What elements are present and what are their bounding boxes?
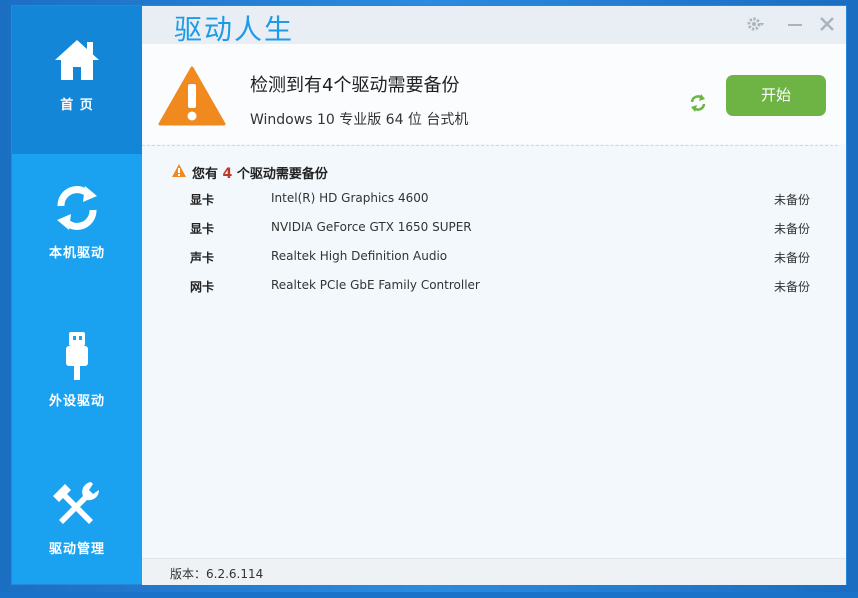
driver-name: Realtek High Definition Audio [271, 249, 448, 263]
list-item: 显卡 Intel(R) HD Graphics 4600 未备份 [142, 185, 846, 214]
list-title-prefix: 您有 [192, 167, 219, 182]
brand-logo: 驱动人生 [174, 13, 295, 46]
list-item: 显卡 NVIDIA GeForce GTX 1650 SUPER 未备份 [142, 214, 846, 243]
backup-status: 未备份 [773, 193, 810, 207]
sidebar-item-label: 本机驱动 [48, 246, 105, 261]
sidebar-item-label: 首 页 [60, 98, 94, 113]
settings-gear-icon[interactable] [746, 15, 764, 33]
version-label: 版本：6.2.6.114 [170, 567, 264, 581]
sidebar-item-home[interactable]: 首 页 [12, 6, 142, 154]
backup-status: 未备份 [773, 222, 810, 236]
list-item: 网卡 Realtek PCIe GbE Family Controller 未备… [142, 272, 846, 301]
status-bar: 版本：6.2.6.114 [142, 558, 846, 585]
driver-count: 4 [222, 166, 233, 182]
system-info: Windows 10 专业版 64 位 台式机 [250, 112, 469, 128]
list-title: 您有 4 个驱动需要备份 [172, 163, 328, 182]
driver-name: Realtek PCIe GbE Family Controller [271, 278, 480, 292]
backup-status: 未备份 [773, 280, 810, 294]
driver-type: 显卡 [190, 193, 215, 207]
usb-icon [66, 332, 88, 380]
divider [142, 145, 838, 146]
list-title-suffix: 个驱动需要备份 [236, 167, 328, 182]
sidebar-item-driver-management[interactable]: 驱动管理 [12, 450, 142, 598]
sidebar-item-peripheral-drivers[interactable]: 外设驱动 [12, 302, 142, 450]
sidebar-item-local-drivers[interactable]: 本机驱动 [12, 154, 142, 302]
app-window: 首 页 本机驱动 外设驱动 驱动管理 驱动人生 检测到有4个驱动需要备份 Win… [12, 6, 846, 585]
sidebar: 首 页 本机驱动 外设驱动 驱动管理 [12, 6, 142, 584]
close-icon[interactable] [818, 15, 836, 33]
page-title: 检测到有4个驱动需要备份 [250, 75, 460, 96]
tools-icon [53, 482, 100, 524]
warning-icon [158, 66, 226, 126]
title-bar: 驱动人生 [142, 6, 846, 46]
home-icon [55, 40, 99, 80]
sidebar-item-label: 驱动管理 [48, 542, 105, 557]
driver-name: NVIDIA GeForce GTX 1650 SUPER [271, 220, 472, 234]
backup-status: 未备份 [773, 251, 810, 265]
rescan-icon[interactable] [688, 93, 708, 113]
refresh-arrows-icon [57, 186, 97, 230]
driver-type: 声卡 [190, 251, 215, 265]
driver-type: 显卡 [190, 222, 215, 236]
sidebar-item-label: 外设驱动 [48, 394, 105, 409]
driver-name: Intel(R) HD Graphics 4600 [271, 191, 429, 205]
status-header: 检测到有4个驱动需要备份 Windows 10 专业版 64 位 台式机 开始 [142, 44, 846, 144]
start-button[interactable]: 开始 [726, 75, 826, 116]
driver-type: 网卡 [190, 280, 215, 294]
minimize-icon[interactable] [786, 15, 804, 33]
list-item: 声卡 Realtek High Definition Audio 未备份 [142, 243, 846, 272]
